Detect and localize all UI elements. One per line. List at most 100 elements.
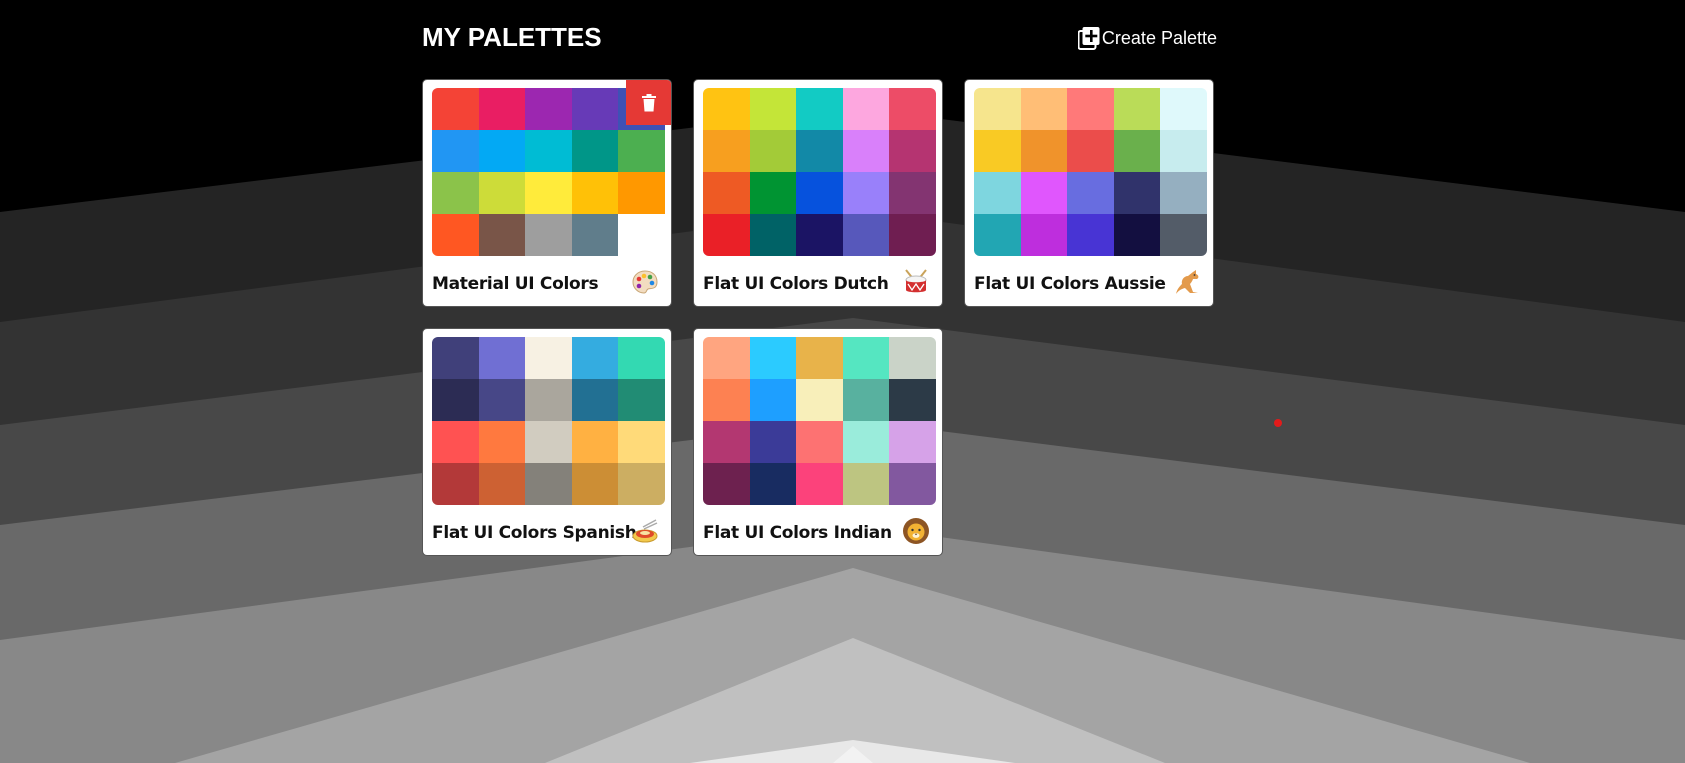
color-swatch — [974, 88, 1021, 130]
color-swatch — [478, 130, 526, 172]
color-swatch — [749, 421, 797, 463]
color-swatch — [618, 130, 665, 172]
color-swatch — [1113, 130, 1161, 172]
palette-card[interactable]: Flat UI Colors Aussie — [964, 79, 1214, 307]
color-swatch — [618, 337, 665, 379]
cursor-dot — [1274, 419, 1282, 427]
color-swatch — [432, 379, 479, 421]
color-swatch — [1113, 214, 1161, 256]
color-swatch — [703, 172, 750, 214]
color-swatch — [889, 130, 936, 172]
color-swatch — [525, 88, 572, 130]
color-swatch — [889, 337, 936, 379]
color-swatch — [703, 463, 750, 505]
color-swatch — [749, 130, 797, 172]
lion-icon — [903, 518, 929, 544]
palette-name: Flat UI Colors Spanish — [432, 523, 637, 543]
color-swatch — [842, 88, 890, 130]
palette-name: Flat UI Colors Aussie — [974, 274, 1166, 294]
color-swatch — [571, 337, 619, 379]
color-swatch — [478, 214, 526, 256]
color-swatch — [749, 337, 797, 379]
color-swatch — [1020, 130, 1068, 172]
color-swatch — [796, 337, 843, 379]
color-swatch — [432, 88, 479, 130]
palette-card[interactable]: Material UI Colors — [422, 79, 672, 307]
color-swatch — [1067, 172, 1114, 214]
color-swatch — [571, 214, 619, 256]
color-swatch — [1067, 130, 1114, 172]
palette-name: Flat UI Colors Indian — [703, 523, 892, 543]
color-swatch — [703, 421, 750, 463]
color-swatch — [749, 463, 797, 505]
color-swatch — [796, 214, 843, 256]
color-swatch — [889, 88, 936, 130]
kangaroo-icon — [1176, 270, 1199, 294]
color-swatch — [749, 214, 797, 256]
color-swatch — [889, 463, 936, 505]
color-swatch — [889, 172, 936, 214]
color-swatch — [432, 214, 479, 256]
color-swatch — [478, 88, 526, 130]
color-swatch — [842, 379, 890, 421]
palette-swatches — [432, 337, 665, 505]
delete-palette-button[interactable] — [626, 80, 671, 125]
color-swatch — [842, 172, 890, 214]
color-swatch — [525, 172, 572, 214]
color-swatch — [842, 337, 890, 379]
color-swatch — [432, 172, 479, 214]
color-swatch — [796, 130, 843, 172]
color-swatch — [525, 463, 572, 505]
palette-card[interactable]: Flat UI Colors Indian — [693, 328, 943, 556]
drum-icon — [905, 269, 927, 293]
color-swatch — [432, 421, 479, 463]
color-swatch — [703, 379, 750, 421]
palette-swatches — [703, 337, 936, 505]
color-swatch — [1020, 172, 1068, 214]
add-box-icon — [1077, 27, 1100, 50]
color-swatch — [1160, 172, 1207, 214]
color-swatch — [571, 463, 619, 505]
page-header: MY PALETTES Create Palette — [422, 22, 1217, 62]
color-swatch — [618, 379, 665, 421]
color-swatch — [618, 421, 665, 463]
color-swatch — [432, 463, 479, 505]
color-swatch — [525, 379, 572, 421]
paella-icon — [632, 519, 658, 543]
color-swatch — [1113, 172, 1161, 214]
color-swatch — [796, 88, 843, 130]
color-swatch — [842, 214, 890, 256]
color-swatch — [889, 379, 936, 421]
color-swatch — [749, 379, 797, 421]
color-swatch — [525, 337, 572, 379]
color-swatch — [703, 88, 750, 130]
color-swatch — [618, 172, 665, 214]
color-swatch — [1067, 214, 1114, 256]
color-swatch — [571, 379, 619, 421]
color-swatch — [432, 130, 479, 172]
color-swatch — [1113, 88, 1161, 130]
color-swatch — [478, 421, 526, 463]
palette-card[interactable]: Flat UI Colors Spanish — [422, 328, 672, 556]
color-swatch — [525, 214, 572, 256]
color-swatch — [889, 214, 936, 256]
palette-card[interactable]: Flat UI Colors Dutch — [693, 79, 943, 307]
palette-swatches — [974, 88, 1207, 256]
color-swatch — [703, 130, 750, 172]
color-swatch — [703, 337, 750, 379]
color-swatch — [1067, 88, 1114, 130]
create-palette-label: Create Palette — [1101, 27, 1217, 48]
color-swatch — [842, 130, 890, 172]
color-swatch — [796, 463, 843, 505]
color-swatch — [571, 130, 619, 172]
color-swatch — [1160, 88, 1207, 130]
page-title: MY PALETTES — [422, 22, 602, 52]
color-swatch — [749, 88, 797, 130]
create-palette-button[interactable]: Create Palette — [1077, 26, 1217, 50]
color-swatch — [525, 130, 572, 172]
color-swatch — [1160, 214, 1207, 256]
color-swatch — [974, 214, 1021, 256]
color-swatch — [478, 379, 526, 421]
color-swatch — [796, 421, 843, 463]
color-swatch — [618, 463, 665, 505]
